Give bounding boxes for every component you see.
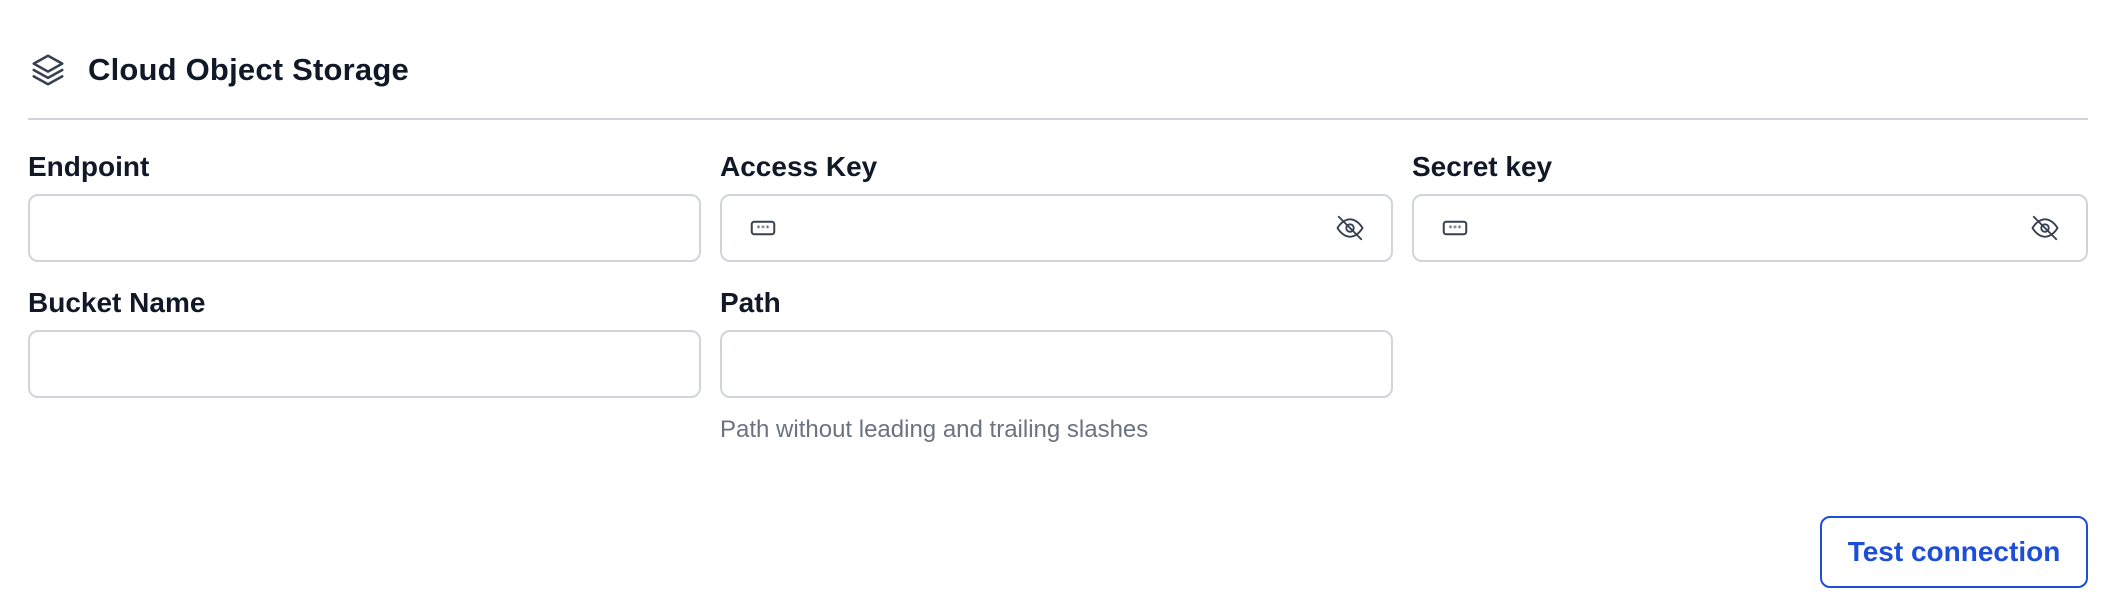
endpoint-input[interactable] bbox=[30, 196, 699, 260]
bucket-name-field-group: Bucket Name bbox=[28, 286, 701, 398]
access-key-field-group: Access Key *** bbox=[720, 150, 1393, 262]
password-icon: *** bbox=[746, 211, 780, 245]
svg-text:***: *** bbox=[1448, 224, 1462, 233]
divider bbox=[28, 118, 2088, 120]
secret-key-input-wrapper: *** bbox=[1412, 194, 2088, 262]
path-input-wrapper bbox=[720, 330, 1393, 398]
password-icon: *** bbox=[1438, 211, 1472, 245]
path-help-text: Path without leading and trailing slashe… bbox=[720, 416, 1149, 443]
secret-key-input[interactable] bbox=[1472, 196, 2028, 260]
bucket-name-input[interactable] bbox=[30, 332, 699, 396]
section-title: Cloud Object Storage bbox=[88, 52, 409, 87]
secret-key-field-group: Secret key *** bbox=[1412, 150, 2088, 262]
eye-off-icon[interactable] bbox=[1333, 211, 1367, 245]
test-connection-button[interactable]: Test connection bbox=[1820, 516, 2088, 588]
bucket-name-label: Bucket Name bbox=[28, 287, 206, 318]
secret-key-label: Secret key bbox=[1412, 151, 1553, 182]
path-input[interactable] bbox=[722, 332, 1391, 396]
access-key-label: Access Key bbox=[720, 151, 878, 182]
cloud-object-storage-panel: Cloud Object Storage Endpoint Access Key… bbox=[28, 0, 2088, 616]
path-field-group: Path Path without leading and trailing s… bbox=[720, 286, 1393, 443]
endpoint-field-group: Endpoint bbox=[28, 150, 701, 262]
layers-icon bbox=[28, 50, 68, 90]
svg-text:***: *** bbox=[756, 224, 770, 233]
endpoint-input-wrapper bbox=[28, 194, 701, 262]
bucket-name-input-wrapper bbox=[28, 330, 701, 398]
eye-off-icon[interactable] bbox=[2028, 211, 2062, 245]
access-key-input[interactable] bbox=[780, 196, 1333, 260]
path-label: Path bbox=[720, 287, 781, 318]
section-header: Cloud Object Storage bbox=[28, 48, 409, 92]
endpoint-label: Endpoint bbox=[28, 151, 150, 182]
access-key-input-wrapper: *** bbox=[720, 194, 1393, 262]
